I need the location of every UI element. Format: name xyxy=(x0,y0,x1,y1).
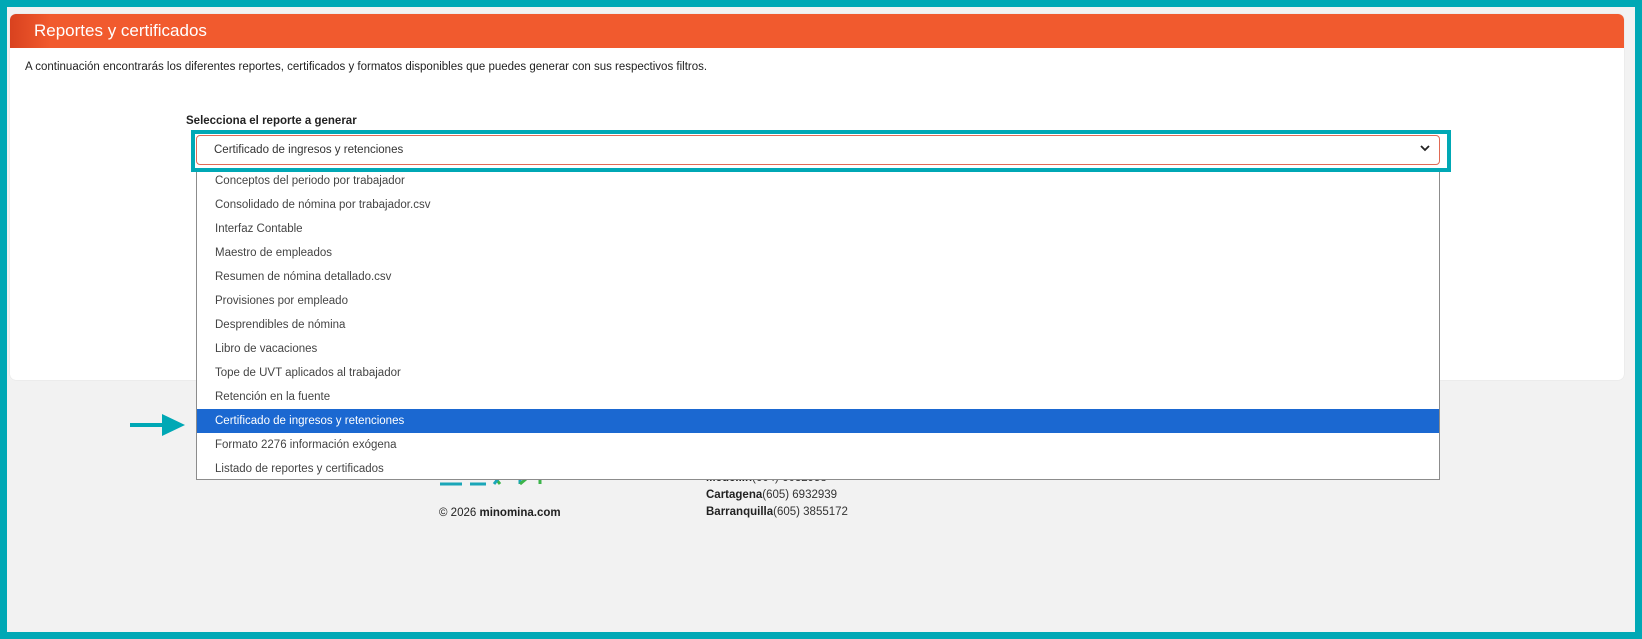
contact-line: Barranquilla(605) 3855172 xyxy=(706,504,848,521)
report-option[interactable]: Listado de reportes y certificados xyxy=(197,457,1439,481)
chevron-down-icon xyxy=(1419,136,1431,164)
report-option[interactable]: Tope de UVT aplicados al trabajador xyxy=(197,361,1439,385)
report-option[interactable]: Libro de vacaciones xyxy=(197,337,1439,361)
report-option[interactable]: Provisiones por empleado xyxy=(197,289,1439,313)
contact-phone: (605) 6932939 xyxy=(762,489,838,501)
report-option[interactable]: Retención en la fuente xyxy=(197,385,1439,409)
report-option[interactable]: Formato 2276 información exógena xyxy=(197,433,1439,457)
report-option[interactable]: Desprendibles de nómina xyxy=(197,313,1439,337)
report-option[interactable]: Conceptos del periodo por trabajador xyxy=(197,169,1439,193)
copyright: © 2026 minomina.com xyxy=(439,507,561,519)
report-option[interactable]: Maestro de empleados xyxy=(197,241,1439,265)
report-option[interactable]: Interfaz Contable xyxy=(197,217,1439,241)
page-title: Reportes y certificados xyxy=(10,14,1624,48)
copyright-site: minomina.com xyxy=(479,507,561,519)
report-select-value: Certificado de ingresos y retenciones xyxy=(214,144,404,156)
copyright-year: © 2026 xyxy=(439,507,477,519)
page-description: A continuación encontrarás los diferente… xyxy=(25,61,708,73)
contact-city: Cartagena xyxy=(706,489,763,501)
contact-city: Barranquilla xyxy=(706,506,774,518)
arrow-right-icon xyxy=(130,413,186,442)
report-option-selected[interactable]: Certificado de ingresos y retenciones xyxy=(197,409,1439,433)
contact-phone: (605) 3855172 xyxy=(773,506,848,518)
report-options-list: Conceptos del periodo por trabajador Con… xyxy=(196,168,1440,480)
report-select-label: Selecciona el reporte a generar xyxy=(186,115,357,127)
report-option[interactable]: Resumen de nómina detallado.csv xyxy=(197,265,1439,289)
report-select[interactable]: Certificado de ingresos y retenciones xyxy=(196,135,1440,165)
contact-line: Cartagena(605) 6932939 xyxy=(706,487,848,504)
report-option[interactable]: Consolidado de nómina por trabajador.csv xyxy=(197,193,1439,217)
